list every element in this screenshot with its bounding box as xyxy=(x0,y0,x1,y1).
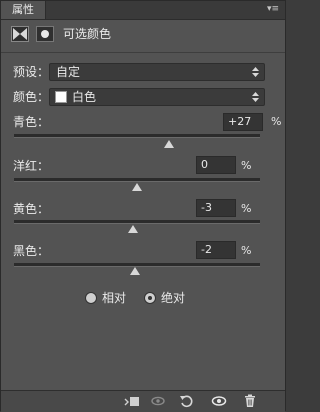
yellow-slider-track[interactable] xyxy=(14,220,260,224)
cyan-unit: % xyxy=(271,115,282,128)
slider-label-yellow: 黄色： xyxy=(13,202,50,216)
black-value-input[interactable]: -2 xyxy=(196,241,236,259)
black-unit: % xyxy=(241,244,252,257)
magenta-slider-thumb[interactable] xyxy=(132,183,142,191)
preset-label: 预设： xyxy=(13,65,50,79)
radio-absolute-label[interactable]: 绝对 xyxy=(161,291,185,305)
preset-select[interactable]: 自定 xyxy=(49,63,265,81)
slider-label-cyan: 青色： xyxy=(13,115,50,129)
adjustment-title: 可选颜色 xyxy=(63,27,112,41)
view-previous-icon[interactable] xyxy=(150,394,166,408)
bottom-toolbar xyxy=(1,390,285,412)
panel-tab-bar: 属性 ▾≡ xyxy=(1,1,285,20)
magenta-unit: % xyxy=(241,159,252,172)
radio-relative[interactable] xyxy=(85,292,97,304)
clip-to-layer-icon[interactable] xyxy=(124,394,140,408)
magenta-slider-track[interactable] xyxy=(14,178,260,182)
yellow-slider-thumb[interactable] xyxy=(128,225,139,233)
yellow-value-input[interactable]: -3 xyxy=(196,199,236,217)
magenta-value-input[interactable]: 0 xyxy=(196,156,236,174)
layer-mask-icon[interactable] xyxy=(36,26,54,42)
cyan-slider-thumb[interactable] xyxy=(163,140,174,148)
panel-menu-icon[interactable]: ▾≡ xyxy=(267,3,279,15)
properties-panel: 属性 ▾≡ 可选颜色 预设： 自定 颜色： 白色 青色： +27 % 洋红： 0… xyxy=(0,0,286,412)
cyan-slider-track[interactable] xyxy=(14,134,260,138)
black-slider-thumb[interactable] xyxy=(129,267,140,275)
preset-value: 自定 xyxy=(56,65,81,79)
colors-label: 颜色： xyxy=(13,90,50,104)
radio-relative-label[interactable]: 相对 xyxy=(102,291,126,305)
adjustment-header: 可选颜色 xyxy=(1,20,285,53)
radio-absolute[interactable] xyxy=(144,292,156,304)
slider-label-black: 黑色： xyxy=(13,244,50,258)
visibility-eye-icon[interactable] xyxy=(211,394,227,408)
delete-trash-icon[interactable] xyxy=(242,394,258,408)
select-arrows-icon xyxy=(252,67,259,77)
colors-select[interactable]: 白色 xyxy=(49,88,265,106)
tab-properties[interactable]: 属性 xyxy=(1,1,46,19)
slider-label-magenta: 洋红： xyxy=(13,159,50,173)
color-swatch xyxy=(55,91,67,103)
adjustment-mask-icon[interactable] xyxy=(11,26,29,42)
select-arrows-icon xyxy=(252,92,259,102)
reset-icon[interactable] xyxy=(179,394,195,408)
colors-value: 白色 xyxy=(72,90,97,104)
cyan-value-input[interactable]: +27 xyxy=(223,113,263,131)
yellow-unit: % xyxy=(241,202,252,215)
